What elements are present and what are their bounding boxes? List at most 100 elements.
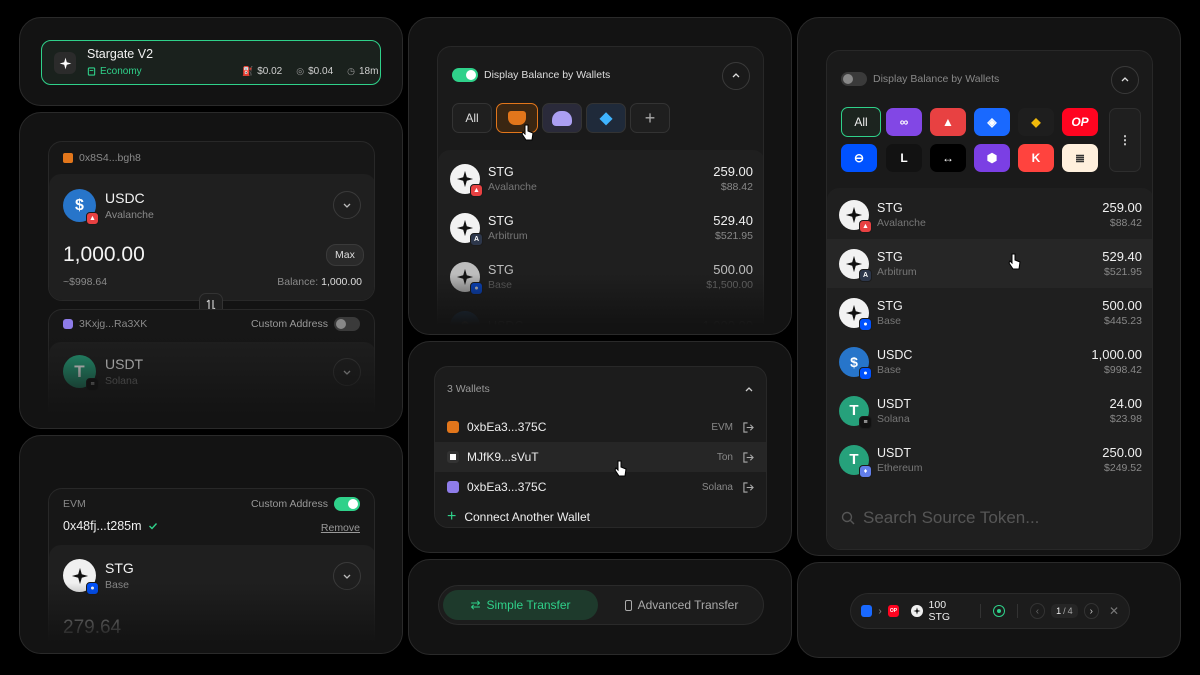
filter-phantom[interactable] [542,103,582,133]
arrow-right-icon: › [878,605,882,617]
max-button[interactable]: Max [326,244,364,266]
custom-address-toggle[interactable] [334,497,360,511]
linea-chain-icon[interactable]: L [886,144,922,172]
custom-token-chevron[interactable] [333,562,361,590]
fantom-chain-icon[interactable]: ◈ [974,108,1010,136]
token-list-mid: ▲ STG Avalanche 259.00 $88.42 A STG Arbitru… [438,150,763,334]
source-token-chevron[interactable] [333,191,361,219]
transfer-panel: 0x8S4...bgh8 $ ▲ USDC Avalanche 1,000.00… [19,112,403,429]
phantom-icon [447,481,459,493]
token-name: STG [877,298,903,313]
dest-token: USDT [105,356,144,372]
collapse-button[interactable] [1111,66,1139,94]
wallet-row[interactable]: MJfK9...sVuT Ton [435,442,766,472]
tab-advanced-transfer[interactable]: Advanced Transfer [604,590,759,620]
token-row[interactable]: A STG Arbitrum 529.40 $521.95 [827,239,1152,288]
custom-address-value[interactable]: 0x48fj...t285m [63,519,142,533]
dest-token-chevron[interactable] [333,358,361,386]
more-vertical-icon: ⋮ [1119,133,1131,147]
page-indicator: 1/4 [1051,604,1078,618]
token-list-right: ▲ STG Avalanche 259.00 $88.42 A STG Arbitru… [827,188,1152,549]
avalanche-chain-icon[interactable]: ▲ [930,108,966,136]
wallet-row[interactable]: 0xbEa3...375C EVM [435,412,766,442]
kava-chain-icon[interactable]: K [1018,144,1054,172]
dest-custom-toggle[interactable] [334,317,360,331]
scroll-chain-icon[interactable]: ≣ [1062,144,1098,172]
source-chain: Avalanche [105,209,154,221]
token-row[interactable]: ▲ STG Avalanche 259.00 $88.42 [438,154,763,203]
token-usd: $23.98 [1109,413,1142,425]
disconnect-icon[interactable] [743,421,754,433]
token-row[interactable]: T ≡ USDT Solana 24.00 $23.98 [827,386,1152,435]
custom-token-inner: ● STG Base 279.64 [49,545,374,653]
source-amount[interactable]: 1,000.00 [63,243,145,267]
display-balance-toggle[interactable] [452,68,478,82]
prev-page-button[interactable]: ‹ [1029,603,1046,619]
optimism-label: OP [1071,115,1089,129]
balance-panel-mid: Display Balance by Wallets All ◆ + ▲ STG… [408,17,792,335]
token-name: STG [488,213,514,228]
route-time: 18m [359,66,379,77]
collapse-button[interactable] [722,62,750,90]
remove-link[interactable]: Remove [321,522,360,534]
wallet-address: 0xbEa3...375C [467,480,547,494]
balance-card-mid: Display Balance by Wallets All ◆ + ▲ STG… [437,46,764,334]
polygon-zkevm-chain-icon[interactable]: ⬢ [974,144,1010,172]
token-row[interactable]: A STG Arbitrum 529.40 $521.95 [438,203,763,252]
base-chain-icon: ● [859,366,872,380]
ton-wallet-icon [447,451,459,463]
wallet-network: Solana [701,481,733,493]
polygon-chain-icon[interactable]: ∞ [886,108,922,136]
token-amount: 259.00 [1102,200,1142,215]
token-row[interactable]: ● STG Base 500.00 $445.23 [827,288,1152,337]
wallet-network: EVM [711,421,733,433]
stargate-logo-icon [54,52,76,74]
stg-token-icon: ▲ [839,199,872,233]
stg-token-icon: ● [63,559,99,595]
filter-ton-wallet[interactable]: ◆ [586,103,626,133]
pointer-cursor-icon [1008,253,1021,270]
token-amount: 529.40 [713,213,753,228]
filter-all[interactable]: All [452,103,492,133]
stg-token-icon: A [839,248,872,282]
close-icon[interactable]: ✕ [1109,604,1119,618]
token-row[interactable]: T ♦ USDT Ethereum 250.00 $249.52 [827,435,1152,484]
balance-card-right: Display Balance by Wallets All ∞ ▲ ◈ ◆ O… [826,50,1153,550]
plus-icon: + [447,508,457,525]
optimism-chain-icon[interactable]: OP [1062,108,1098,136]
search-placeholder: Search Source Token... [863,508,1040,527]
chevron-down-icon [343,574,351,579]
more-chains-button[interactable]: ⋮ [1109,108,1141,172]
display-balance-toggle[interactable] [841,72,867,86]
token-row[interactable]: $ ● USDC Base 1,000.00 $998.42 [827,337,1152,386]
metamask-icon [63,153,73,163]
ethereum-chain-icon: ♦ [859,464,872,478]
token-row[interactable]: ▲ STG Avalanche 259.00 $88.42 [827,190,1152,239]
route-card[interactable]: Stargate V2 Economy ⛽ $0.02 ◎ $0.04 ◷ 18… [41,40,381,85]
source-inner: $ ▲ USDC Avalanche 1,000.00 Max ~$998.64… [49,174,374,300]
bnb-chain-icon[interactable]: ◆ [1018,108,1054,136]
connect-wallet-label: Connect Another Wallet [464,510,590,524]
avalanche-chain-icon: ▲ [470,183,483,197]
chevron-up-icon[interactable] [744,385,754,395]
pointer-cursor-icon [521,124,534,141]
wallet-row[interactable]: 0xbEa3...375C Solana [435,472,766,502]
disconnect-icon[interactable] [743,481,754,493]
arrows-chain-icon[interactable]: ↔ [930,144,966,172]
connect-wallet-button[interactable]: + Connect Another Wallet [447,502,590,527]
base-chain-icon[interactable]: ⊖ [841,144,877,172]
disconnect-icon[interactable] [743,451,754,463]
search-bar[interactable]: Search Source Token... [841,508,1039,528]
token-row[interactable]: ● STG Base 500.00 $1,500.00 [438,252,763,301]
token-row[interactable]: $ USDC 1,000.00 [438,301,763,334]
optimism-label: OP [889,608,898,614]
tab-simple-transfer[interactable]: ⇄ Simple Transfer [443,590,598,620]
filter-all[interactable]: All [841,107,881,137]
token-amount: 1,000.00 [702,318,753,333]
avalanche-chain-icon: ▲ [859,219,872,233]
token-name: STG [488,164,514,179]
next-page-button[interactable]: › [1083,603,1099,619]
token-usd: $998.42 [1104,364,1142,376]
add-wallet-button[interactable]: + [630,103,670,133]
pending-status-icon [993,605,1005,617]
